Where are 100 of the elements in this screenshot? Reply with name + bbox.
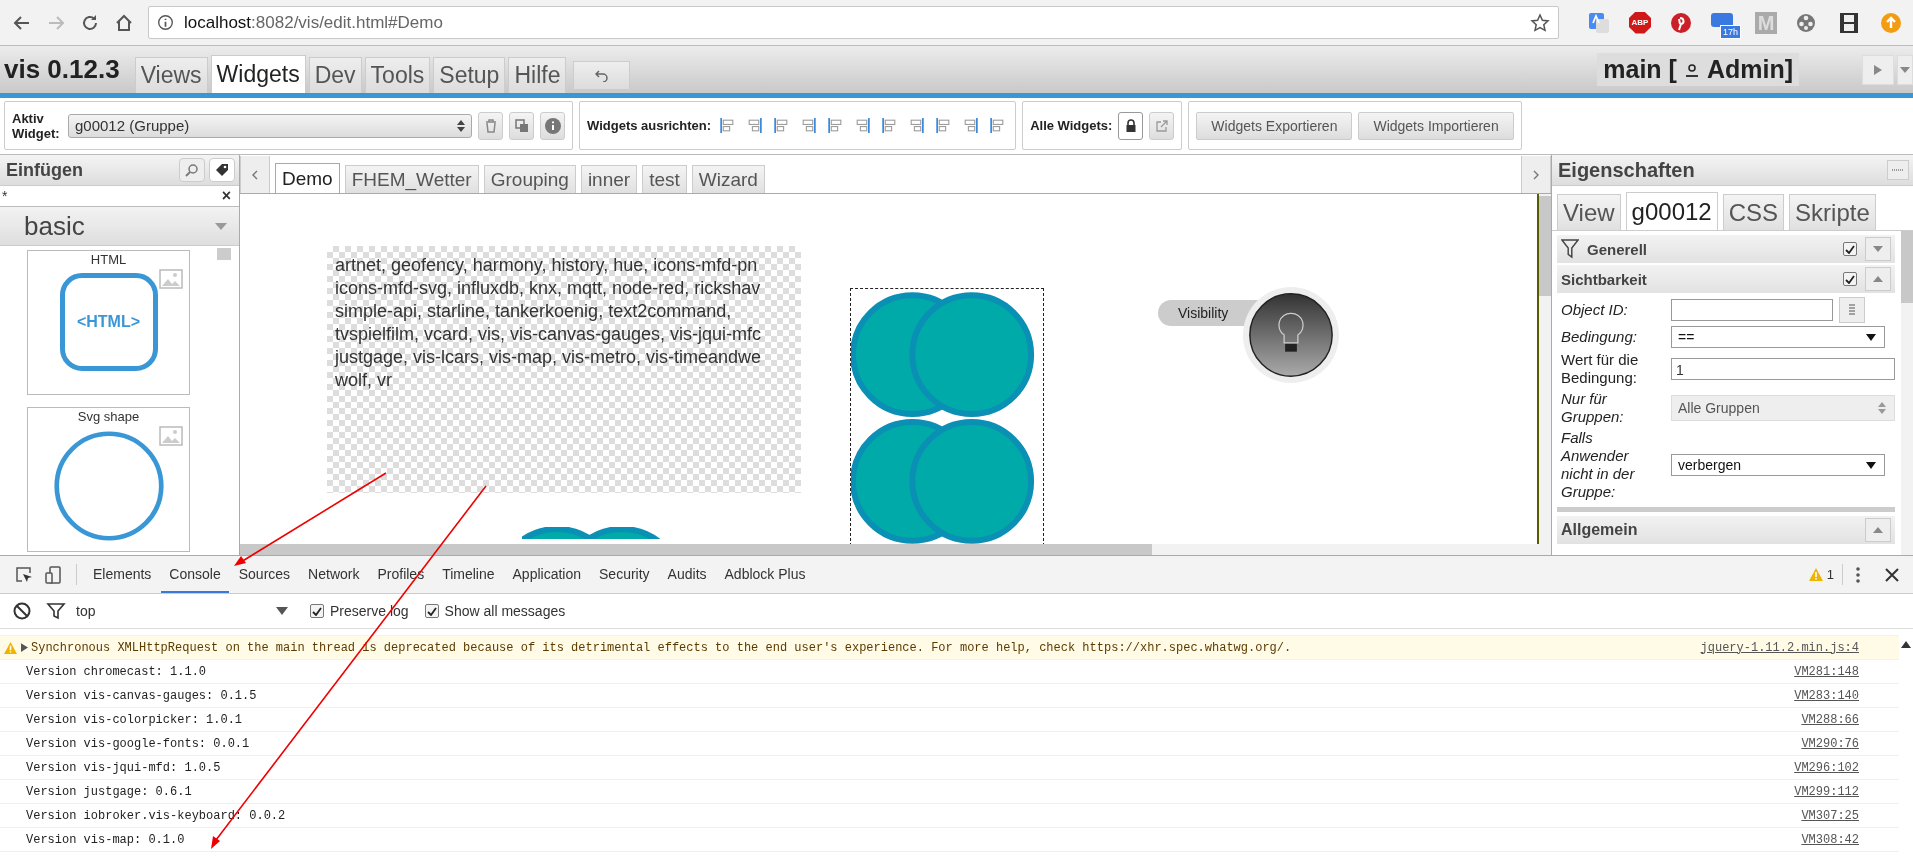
checkbox[interactable]	[1843, 272, 1857, 286]
updown-icon	[1878, 402, 1886, 414]
page-tab[interactable]: test	[642, 165, 687, 193]
option-checkbox[interactable]: Show all messages	[424, 603, 566, 619]
properties-tab[interactable]: Skripte	[1789, 194, 1876, 230]
scrollbar[interactable]	[1901, 231, 1913, 303]
dropdown-button[interactable]	[1897, 54, 1913, 85]
page-tab[interactable]: Grouping	[483, 165, 576, 193]
address-field[interactable]: localhost:8082/vis/edit.html#Demo	[148, 6, 1559, 39]
warning-count[interactable]: 1	[1808, 556, 1834, 593]
devtools-tab[interactable]: Adblock Plus	[716, 556, 814, 593]
active-widget-select[interactable]: g00012 (Gruppe)	[68, 113, 472, 138]
devtools-tab[interactable]: Console	[161, 556, 229, 593]
select-field[interactable]: ==	[1671, 326, 1885, 348]
checkbox[interactable]	[1843, 242, 1857, 256]
pin-extension-icon[interactable]	[1669, 10, 1693, 35]
align-icon[interactable]	[962, 117, 980, 134]
source-link[interactable]: VM308:42	[1801, 832, 1859, 847]
menu-tab[interactable]: Views	[134, 57, 208, 93]
home-icon[interactable]	[114, 12, 134, 33]
widget-group-outline[interactable]	[850, 288, 1044, 544]
value-field[interactable]: 1	[1671, 358, 1895, 380]
category-header[interactable]: basic	[0, 207, 239, 246]
tag-button[interactable]	[209, 158, 235, 182]
devtools-tab[interactable]: Security	[591, 556, 658, 593]
page-tab[interactable]: Demo	[275, 163, 340, 193]
section-header[interactable]: Generell	[1557, 235, 1895, 263]
section-header[interactable]: Allgemein	[1557, 516, 1895, 544]
light-bulb-drawing[interactable]	[1242, 286, 1340, 384]
source-link[interactable]: VM281:148	[1794, 664, 1859, 679]
play-button[interactable]	[1862, 54, 1894, 85]
devtools-tab[interactable]: Elements	[85, 556, 160, 593]
close-icon[interactable]	[1885, 567, 1899, 582]
page-tab[interactable]: Wizard	[691, 165, 765, 193]
delete-button[interactable]	[478, 111, 503, 140]
filter-icon[interactable]	[1561, 239, 1579, 259]
widget-card[interactable]: HTML <HTML>	[27, 250, 190, 395]
translate-icon[interactable]	[1587, 10, 1611, 35]
more-icon[interactable]	[1855, 564, 1861, 585]
section-toggle-button[interactable]	[1865, 518, 1891, 542]
external-link-button[interactable]	[1149, 111, 1175, 140]
widget-card[interactable]: Svg shape	[27, 407, 190, 552]
section-toggle-button[interactable]	[1865, 237, 1891, 261]
source-link[interactable]: VM283:140	[1794, 688, 1859, 703]
context-select[interactable]: top	[76, 603, 288, 619]
properties-tab[interactable]: g00012	[1625, 192, 1718, 230]
scroll-up-icon[interactable]	[1901, 641, 1911, 648]
page-tab[interactable]: inner	[580, 165, 638, 193]
select-field[interactable]: verbergen	[1671, 454, 1885, 476]
source-link[interactable]: jquery-1.11.2.min.js:4	[1700, 640, 1859, 655]
devtools-tab[interactable]: Audits	[659, 556, 715, 593]
menu-tab[interactable]: Tools	[364, 57, 431, 93]
clear-console-icon[interactable]	[12, 601, 32, 621]
section-toggle-button[interactable]	[1865, 267, 1891, 291]
star-icon[interactable]	[1530, 12, 1550, 33]
menu-tab[interactable]: Widgets	[210, 55, 306, 93]
scrollbar[interactable]	[1539, 196, 1551, 296]
object-id-field[interactable]	[1671, 299, 1833, 321]
option-checkbox[interactable]: Preserve log	[310, 603, 409, 619]
align-icon[interactable]	[800, 117, 818, 134]
film-strip-icon[interactable]	[1837, 10, 1861, 35]
lock-icon	[1124, 118, 1137, 133]
lock-button[interactable]	[1118, 111, 1144, 140]
expand-icon[interactable]	[21, 643, 28, 652]
undo-button[interactable]	[573, 61, 631, 89]
source-link[interactable]: VM290:76	[1801, 736, 1859, 751]
filter-icon[interactable]	[46, 601, 66, 621]
console-message: Version justgage: 0.6.1	[25, 784, 192, 799]
devtools-tab[interactable]: Sources	[230, 556, 299, 593]
check-icon	[426, 606, 437, 616]
picker-button[interactable]	[1839, 297, 1865, 323]
device-icon[interactable]	[44, 564, 64, 585]
properties-tab[interactable]: View	[1557, 194, 1621, 230]
copy-button[interactable]	[509, 111, 534, 140]
menu-tab[interactable]: Hilfe	[508, 57, 567, 93]
panel-menu-button[interactable]	[1887, 160, 1909, 180]
inspect-icon[interactable]	[14, 564, 34, 585]
align-icon[interactable]	[854, 117, 872, 134]
import-button[interactable]: Widgets Importieren	[1358, 111, 1514, 140]
info-icon[interactable]	[157, 14, 174, 31]
properties-tab[interactable]: CSS	[1722, 194, 1785, 230]
export-button[interactable]: Widgets Exportieren	[1196, 111, 1353, 140]
adblock-icon[interactable]: ABP	[1629, 11, 1651, 34]
devtools-tab[interactable]: Timeline	[434, 556, 503, 593]
devtools-tab[interactable]: Application	[504, 556, 590, 593]
menu-tab[interactable]: Setup	[433, 57, 506, 93]
source-link[interactable]: VM296:102	[1794, 760, 1859, 775]
align-icon[interactable]	[908, 117, 926, 134]
devtools-tab[interactable]: Network	[300, 556, 368, 593]
upload-icon[interactable]	[1879, 10, 1903, 35]
source-link[interactable]: VM307:25	[1801, 808, 1859, 823]
source-link[interactable]: VM299:112	[1794, 784, 1859, 799]
scrollbar[interactable]	[217, 248, 231, 260]
info-button[interactable]	[540, 111, 565, 140]
scrollbar[interactable]	[240, 544, 1152, 555]
section-header[interactable]: Sichtbarkeit	[1557, 265, 1895, 293]
page-tab[interactable]: FHEM_Wetter	[344, 165, 479, 193]
align-icon[interactable]	[746, 117, 764, 134]
menu-tab[interactable]: Dev	[308, 57, 362, 93]
source-link[interactable]: VM288:66	[1801, 712, 1859, 727]
